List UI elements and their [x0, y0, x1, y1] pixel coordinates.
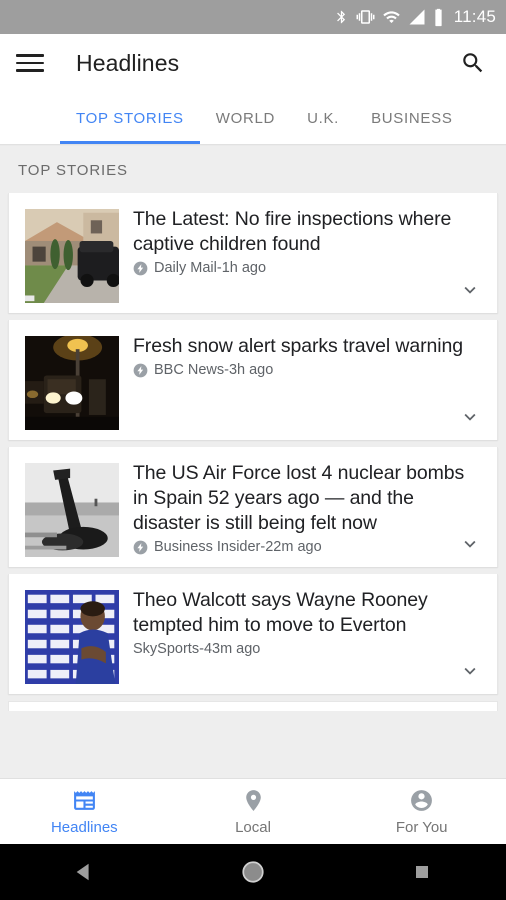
tab-label: BUSINESS: [371, 109, 453, 127]
article-card[interactable]: Fresh snow alert sparks travel warning B…: [8, 320, 498, 440]
footballer-press-conference-thumbnail: [25, 590, 119, 684]
nav-item-label: Headlines: [50, 818, 118, 836]
nav-item-label: For You: [395, 818, 448, 836]
article-content: The US Air Force lost 4 nuclear bombs in…: [133, 461, 485, 557]
article-headline: Fresh snow alert sparks travel warning: [133, 335, 463, 357]
news-app-screen: 11:45 Headlines TOP STORIES WORLD U.K. B…: [0, 0, 506, 900]
article-content: Theo Walcott says Wayne Rooney tempted h…: [133, 588, 485, 684]
bluetooth-icon: [334, 8, 349, 26]
article-source: Business Insider: [154, 539, 261, 555]
nav-item-label: Local: [235, 818, 271, 836]
chevron-down-icon[interactable]: [457, 531, 483, 557]
wifi-icon: [382, 8, 401, 26]
tab-label: TOP STORIES: [76, 109, 184, 127]
amp-lightning-icon: [133, 261, 148, 275]
article-headline: The US Air Force lost 4 nuclear bombs in…: [133, 462, 465, 534]
article-meta: Business Insider - 22m ago: [133, 539, 479, 555]
night-road-traffic-thumbnail: [25, 336, 119, 430]
tab-uk[interactable]: U.K.: [291, 92, 355, 144]
article-time: 1h ago: [221, 260, 267, 276]
nav-item-for-you[interactable]: For You: [337, 779, 506, 844]
page-title: Headlines: [76, 49, 180, 76]
article-content: The Latest: No fire inspections where ca…: [133, 207, 485, 303]
amp-lightning-icon: [133, 363, 148, 377]
amp-lightning-icon: [133, 540, 148, 554]
article-card[interactable]: The US Air Force lost 4 nuclear bombs in…: [8, 447, 498, 567]
article-headline: The Latest: No fire inspections where ca…: [133, 208, 452, 255]
account-circle-icon: [409, 788, 434, 814]
tab-world[interactable]: WORLD: [200, 92, 291, 144]
newspaper-icon: [72, 788, 97, 814]
article-content: Fresh snow alert sparks travel warning B…: [133, 334, 485, 430]
article-time: 3h ago: [228, 362, 274, 378]
back-triangle-icon[interactable]: [61, 849, 107, 895]
tab-business[interactable]: BUSINESS: [355, 92, 468, 144]
battery-icon: [433, 8, 444, 27]
vibrate-icon: [356, 8, 375, 26]
article-card[interactable]: The Latest: No fire inspections where ca…: [8, 193, 498, 313]
status-bar: 11:45: [0, 0, 506, 34]
article-card[interactable]: Theo Walcott says Wayne Rooney tempted h…: [8, 574, 498, 694]
section-header: TOP STORIES: [18, 162, 128, 179]
article-source: BBC News: [154, 362, 225, 378]
hamburger-menu-icon[interactable]: [16, 46, 50, 80]
chevron-down-icon[interactable]: [457, 404, 483, 430]
recents-square-icon[interactable]: [399, 849, 445, 895]
crash-wreckage-bw-thumbnail: [25, 463, 119, 557]
article-time: 22m ago: [265, 539, 322, 555]
location-pin-icon: [241, 788, 266, 814]
chevron-down-icon[interactable]: [457, 658, 483, 684]
article-headline: Theo Walcott says Wayne Rooney tempted h…: [133, 589, 428, 636]
tab-label: U.K.: [307, 109, 340, 127]
category-tabbar: TOP STORIES WORLD U.K. BUSINESS: [0, 92, 506, 144]
nav-item-local[interactable]: Local: [169, 779, 338, 844]
signal-icon: [408, 8, 426, 26]
chevron-down-icon[interactable]: [457, 277, 483, 303]
article-meta: Daily Mail - 1h ago: [133, 260, 479, 276]
next-article-card-peek[interactable]: [8, 701, 498, 711]
bottom-navigation: Headlines Local For You: [0, 778, 506, 844]
article-time: 43m ago: [203, 641, 261, 657]
article-meta: SkySports - 43m ago: [133, 641, 479, 657]
nav-item-headlines[interactable]: Headlines: [0, 779, 169, 844]
tab-label: WORLD: [215, 109, 276, 127]
news-feed[interactable]: TOP STORIES The Latest: No fire inspecti…: [0, 146, 506, 778]
home-circle-icon[interactable]: [230, 849, 276, 895]
status-time: 11:45: [453, 7, 496, 26]
search-icon[interactable]: [456, 46, 490, 80]
house-with-suv-thumbnail: [25, 209, 119, 303]
tab-top-stories[interactable]: TOP STORIES: [60, 92, 200, 144]
article-source: Daily Mail: [154, 260, 217, 276]
article-source: SkySports: [133, 641, 200, 657]
android-system-navigation-bar: [0, 844, 506, 900]
article-meta: BBC News - 3h ago: [133, 362, 479, 378]
app-bar: Headlines: [0, 34, 506, 92]
